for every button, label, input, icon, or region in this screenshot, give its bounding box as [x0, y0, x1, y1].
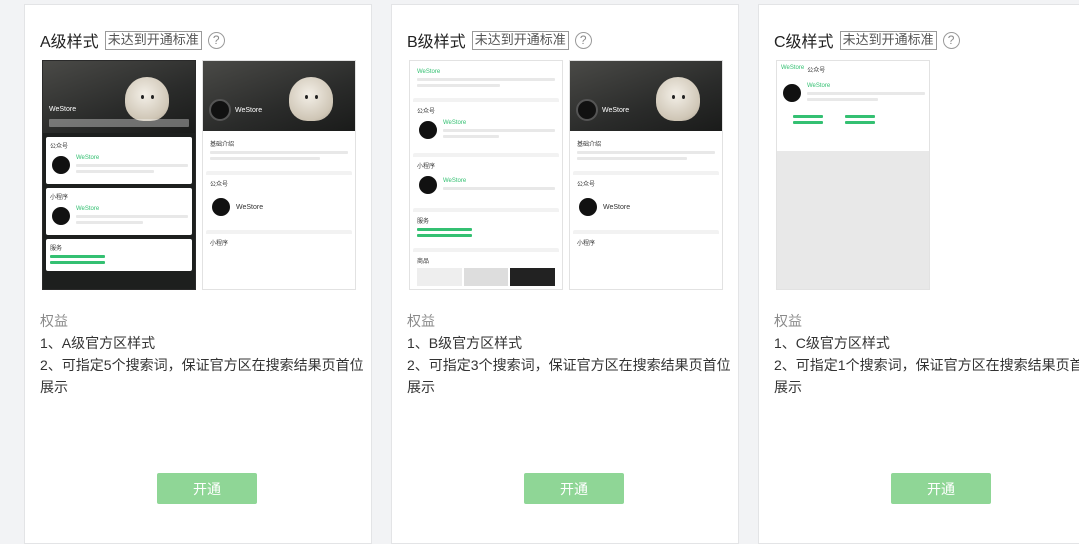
benefit-item-1: 1、A级官方区样式: [40, 335, 156, 351]
help-icon[interactable]: ?: [942, 31, 960, 49]
help-icon[interactable]: ?: [574, 31, 592, 49]
benefits-text: 权益 1、A级官方区样式 2、可指定5个搜索词，保证官方区在搜索结果页首位展示: [40, 310, 370, 398]
open-button[interactable]: 开通: [524, 473, 624, 504]
benefit-item-2: 2、可指定3个搜索词，保证官方区在搜索结果页首位展示: [407, 357, 731, 395]
card-level-a: A级样式 未达到开通标准 ? WeStore 公众号 WeStore 小程序 W…: [24, 4, 372, 544]
card-title: C级样式 未达到开通标准 ?: [774, 29, 960, 51]
benefit-item-2: 2、可指定5个搜索词，保证官方区在搜索结果页首位展示: [40, 357, 364, 395]
status-badge: 未达到开通标准: [839, 30, 937, 50]
level-title: C级样式: [774, 34, 834, 51]
benefits-title: 权益: [40, 313, 68, 329]
benefits-text: 权益 1、C级官方区样式 2、可指定1个搜索词，保证官方区在搜索结果页首位展示: [774, 310, 1079, 398]
level-title: B级样式: [407, 34, 466, 51]
preview-images: WeStore 公众号 WeStore: [776, 60, 930, 290]
help-icon[interactable]: ?: [207, 31, 225, 49]
preview-images: WeStore 公众号 WeStore 小程序 WeStore 服务 WeSto…: [42, 60, 356, 290]
card-level-b: B级样式 未达到开通标准 ? WeStore 公众号 WeStore 小程序 W…: [391, 4, 739, 544]
benefits-title: 权益: [407, 313, 435, 329]
preview-images: WeStore 公众号 WeStore 小程序 WeStore 服务 商品 We…: [409, 60, 723, 290]
status-badge: 未达到开通标准: [471, 30, 569, 50]
benefit-item-1: 1、C级官方区样式: [774, 335, 890, 351]
preview-image-2: WeStore 基础介绍 公众号 WeStore 小程序: [569, 60, 723, 290]
card-title: A级样式 未达到开通标准 ?: [40, 29, 225, 51]
benefit-item-2: 2、可指定1个搜索词，保证官方区在搜索结果页首位展示: [774, 357, 1079, 395]
preview-image-2: WeStore 基础介绍 公众号 WeStore 小程序: [202, 60, 356, 290]
open-button[interactable]: 开通: [157, 473, 257, 504]
status-badge: 未达到开通标准: [104, 30, 202, 50]
card-level-c: C级样式 未达到开通标准 ? WeStore 公众号 WeStore 权益 1、C…: [758, 4, 1079, 544]
preview-image-1: WeStore 公众号 WeStore 小程序 WeStore 服务: [42, 60, 196, 290]
open-button[interactable]: 开通: [891, 473, 991, 504]
benefits-text: 权益 1、B级官方区样式 2、可指定3个搜索词，保证官方区在搜索结果页首位展示: [407, 310, 737, 398]
card-title: B级样式 未达到开通标准 ?: [407, 29, 592, 51]
benefits-title: 权益: [774, 313, 802, 329]
benefit-item-1: 1、B级官方区样式: [407, 335, 523, 351]
preview-image-1: WeStore 公众号 WeStore: [776, 60, 930, 290]
preview-image-1: WeStore 公众号 WeStore 小程序 WeStore 服务 商品: [409, 60, 563, 290]
level-title: A级样式: [40, 34, 99, 51]
